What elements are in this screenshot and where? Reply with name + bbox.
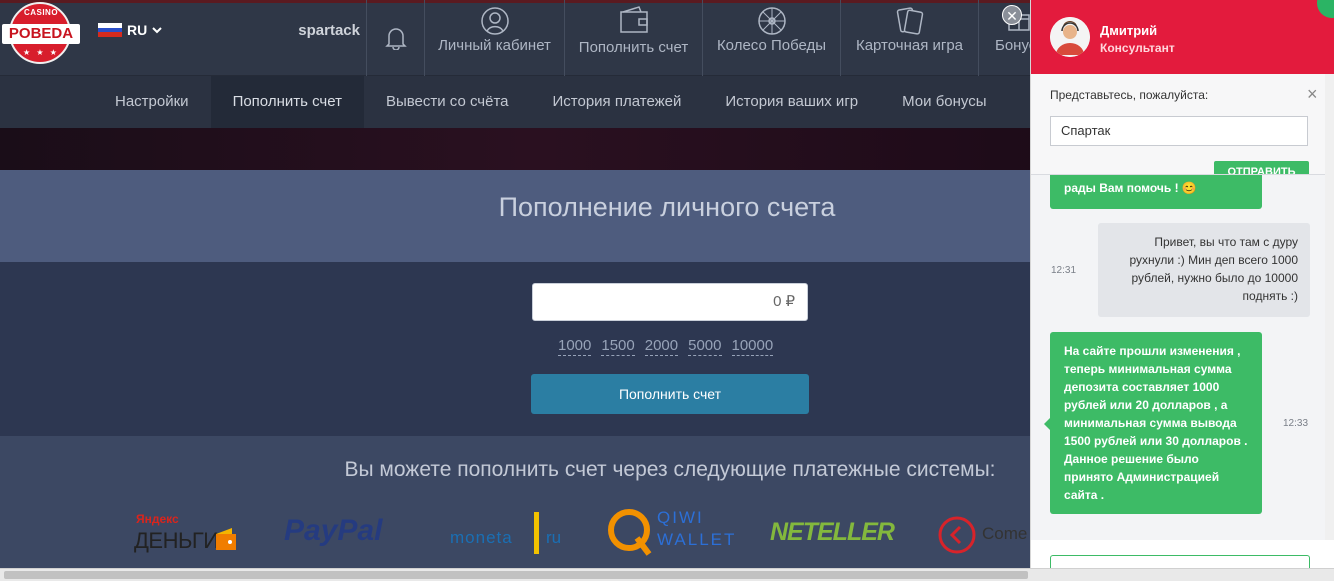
moneta-left-text: moneta [450, 528, 513, 547]
quick-amount-2000[interactable]: 2000 [644, 337, 679, 356]
subnav-payment-history[interactable]: История платежей [531, 76, 704, 128]
yandex-money-logo[interactable]: Яндекс ДЕНЬГИ [134, 512, 244, 556]
cards-icon [896, 7, 923, 35]
amount-input[interactable]: 0 ₽ [532, 283, 808, 321]
nav-label: Личный кабинет [438, 37, 551, 54]
paypal-logo[interactable]: PayPal [284, 514, 382, 548]
agent-avatar [1050, 17, 1090, 57]
nav-deposit[interactable]: Пополнить счет [564, 0, 702, 76]
intro-label: Представьтесь, пожалуйста: [1050, 88, 1209, 102]
quick-amount-1500[interactable]: 1500 [601, 337, 635, 356]
online-status-icon [1317, 0, 1334, 18]
nav-victory-wheel[interactable]: Колесо Победы [702, 0, 840, 76]
chat-messages: рады Вам помочь ! 😊 12:31 Привет, вы что… [1031, 174, 1334, 540]
neteller-text: NETELLER [770, 518, 895, 546]
wheel-icon [757, 7, 786, 35]
agent-role: Консультант [1100, 41, 1175, 55]
qiwi-bottom-text: WALLET [657, 530, 737, 549]
notifications-button[interactable] [366, 0, 424, 76]
moneta-right-text: ru [546, 528, 562, 547]
bell-icon [384, 28, 407, 50]
russia-flag-icon [98, 23, 122, 38]
subnav-withdraw[interactable]: Вывести со счёта [364, 76, 531, 128]
chat-scrollbar[interactable] [1325, 74, 1334, 540]
intro-close-icon[interactable]: × [1307, 84, 1318, 105]
logo-stars: ★ ★ ★ [23, 48, 59, 57]
chat-widget: Дмитрий Консультант Представьтесь, пожал… [1030, 0, 1334, 568]
moneta-bar-icon [534, 512, 539, 554]
message-time: 12:33 [1283, 418, 1309, 429]
qiwi-wallet-logo[interactable]: QIWI WALLET [607, 508, 737, 558]
qiwi-icon [608, 509, 652, 556]
send-name-button[interactable]: ОТПРАВИТЬ [1214, 161, 1309, 174]
paypal-text: PayPal [284, 514, 383, 547]
subnav-my-bonuses[interactable]: Мои бонусы [880, 76, 1008, 128]
chat-header: Дмитрий Консультант [1031, 0, 1334, 74]
yandex-wallet-icon [216, 528, 236, 550]
message-time: 12:31 [1051, 265, 1077, 276]
yandex-top-text: Яндекс [136, 512, 179, 526]
quick-amounts: 1000 1500 2000 5000 10000 [558, 337, 774, 356]
logo-casino-text: CASINO [23, 8, 59, 17]
logo-name-text: POBEDA [2, 24, 80, 44]
amount-value: 0 [773, 293, 782, 310]
nav-card-game[interactable]: Карточная игра [840, 0, 978, 76]
ruble-sign: ₽ [785, 293, 795, 310]
operator-message: На сайте прошли изменения , теперь миним… [1044, 332, 1262, 514]
chat-close-icon[interactable]: ✕ [1002, 5, 1022, 25]
moneta-logo[interactable]: moneta ru [450, 512, 570, 556]
intro-form: Представьтесь, пожалуйста: × Спартак ОТП… [1031, 74, 1334, 174]
horizontal-scrollbar[interactable] [0, 568, 1334, 581]
subnav-game-history[interactable]: История ваших игр [703, 76, 880, 128]
quick-amount-1000[interactable]: 1000 [558, 337, 592, 356]
subnav-settings[interactable]: Настройки [93, 76, 211, 128]
yandex-bottom-text: ДЕНЬГИ [134, 528, 219, 553]
comepay-logo[interactable]: Come [936, 512, 1031, 558]
nav-label: Пополнить счет [578, 39, 689, 56]
qiwi-top-text: QIWI [657, 508, 704, 527]
user-circle-icon [480, 7, 509, 35]
quick-amount-5000[interactable]: 5000 [688, 337, 722, 356]
language-selector[interactable]: RU [98, 22, 162, 38]
name-input[interactable]: Спартак [1050, 116, 1308, 146]
agent-avatar-icon [1050, 17, 1090, 57]
top-navigation: Личный кабинет Пополнить счет Колесо Поб… [366, 0, 1038, 76]
deposit-submit-button[interactable]: Пополнить счет [531, 374, 809, 414]
chevron-down-icon [152, 27, 162, 34]
scrollbar-thumb[interactable] [4, 571, 1028, 579]
subnav-deposit[interactable]: Пополнить счет [210, 76, 364, 128]
casino-logo[interactable]: CASINO POBEDA ★ ★ ★ [2, 2, 80, 64]
username[interactable]: spartack [280, 22, 360, 39]
comepay-text: Come [982, 524, 1028, 543]
agent-name: Дмитрий [1100, 23, 1158, 38]
nav-label: Колесо Победы [716, 37, 827, 54]
nav-label: Карточная игра [855, 37, 964, 54]
operator-message: рады Вам помочь ! 😊 [1050, 175, 1262, 209]
language-label: RU [127, 22, 148, 38]
neteller-logo[interactable]: NETELLER [770, 518, 895, 547]
chat-message-input[interactable] [1050, 555, 1310, 568]
user-message: Привет, вы что там с дуру рухнули :) Мин… [1098, 223, 1310, 317]
quick-amount-10000[interactable]: 10000 [731, 337, 774, 356]
comepay-icon [938, 516, 976, 554]
wallet-icon [619, 6, 648, 33]
nav-personal-cabinet[interactable]: Личный кабинет [424, 0, 564, 76]
